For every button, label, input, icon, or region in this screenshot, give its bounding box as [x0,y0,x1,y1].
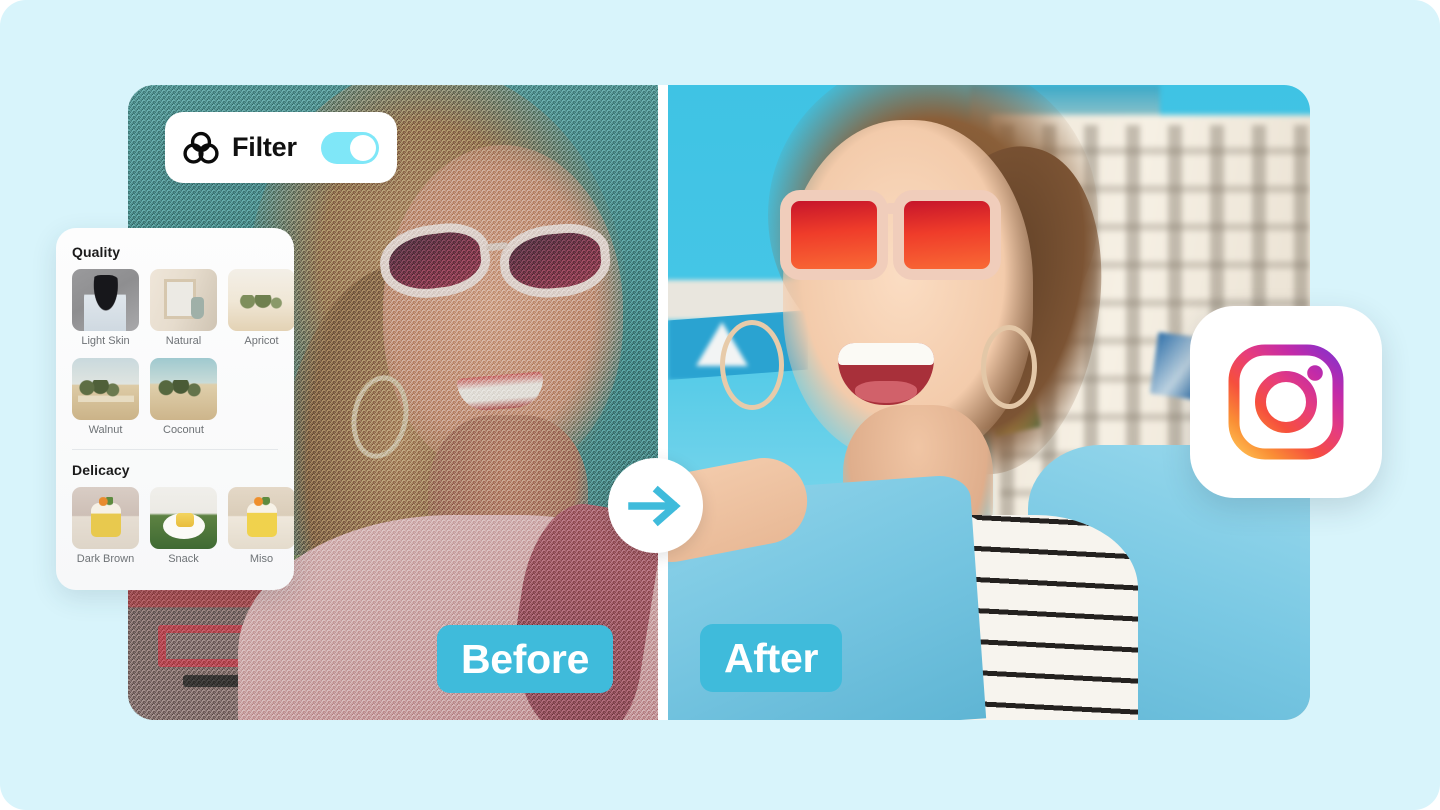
preset-group-quality: Quality Light Skin Natural Apricot Walnu… [72,244,294,436]
preset-label: Miso [249,553,274,565]
filter-switch[interactable] [321,131,379,164]
preset-label: Dark Brown [76,553,135,565]
preset-item[interactable]: Miso [228,487,294,565]
preset-thumbnail [228,269,294,331]
preset-thumbnail [150,487,217,549]
preset-thumbnail [150,269,217,331]
panel-section-divider [72,449,278,450]
preset-item[interactable]: Apricot [228,269,294,347]
instagram-badge[interactable] [1190,306,1382,498]
preset-label: Natural [165,335,202,347]
filter-toggle-pill[interactable]: Filter [165,112,397,183]
transform-arrow-button[interactable] [608,458,703,553]
before-badge: Before [437,625,614,693]
preset-thumbnail [72,358,139,420]
preset-grid-delicacy: Dark Brown Snack Miso [72,487,294,565]
page-root: Filter Quality Light Skin Natural Aprico… [0,0,1440,810]
preset-item[interactable]: Light Skin [72,269,139,347]
preset-item[interactable]: Dark Brown [72,487,139,565]
preset-label: Snack [168,553,199,565]
preset-thumbnail [72,487,139,549]
comparison-divider [658,85,668,720]
preset-label: Walnut [88,424,123,436]
filter-circles-icon [183,131,219,165]
presets-panel: Quality Light Skin Natural Apricot Walnu… [56,228,294,590]
preset-item[interactable]: Natural [150,269,217,347]
preset-grid-quality: Light Skin Natural Apricot Walnut Coconu… [72,269,294,436]
after-badge: After [700,624,843,692]
filter-label: Filter [232,132,297,162]
preset-label: Apricot [244,335,279,347]
preset-label: Light Skin [81,335,130,347]
preset-item[interactable]: Coconut [150,358,217,436]
instagram-icon [1222,338,1350,466]
group-title-quality: Quality [72,244,121,260]
filter-switch-knob [350,134,376,161]
arrow-right-icon [627,482,684,530]
preset-thumbnail [72,269,139,331]
preset-item[interactable]: Snack [150,487,217,565]
preset-label: Coconut [163,424,204,436]
preset-group-delicacy: Delicacy Dark Brown Snack Miso [72,462,294,565]
preset-thumbnail [228,487,294,549]
preset-item[interactable]: Walnut [72,358,139,436]
preset-thumbnail [150,358,217,420]
group-title-delicacy: Delicacy [72,462,130,478]
